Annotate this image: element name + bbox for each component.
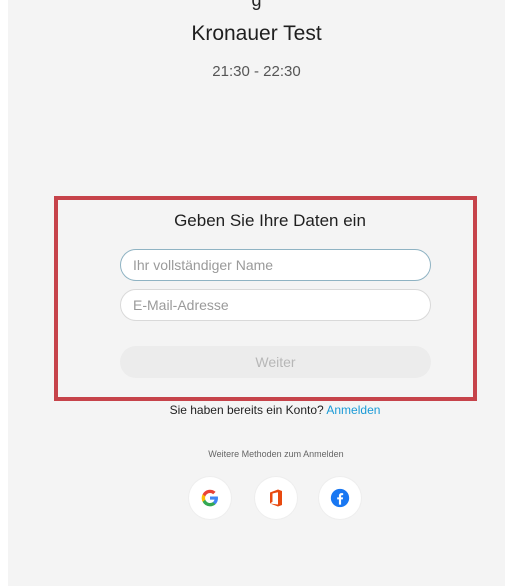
account-prompt: Sie haben bereits ein Konto? bbox=[169, 403, 324, 417]
form-heading: Geben Sie Ihre Daten ein bbox=[174, 211, 366, 230]
other-methods-label: Weitere Methoden zum Anmelden bbox=[208, 449, 344, 459]
office-icon bbox=[270, 489, 282, 507]
header-cut-text: g bbox=[251, 0, 262, 10]
continue-button[interactable]: Weiter bbox=[120, 346, 431, 378]
facebook-icon bbox=[330, 488, 350, 508]
google-icon bbox=[201, 489, 218, 507]
event-title: Kronauer Test bbox=[191, 22, 322, 45]
full-name-input[interactable] bbox=[120, 249, 431, 281]
office-signin-button[interactable] bbox=[255, 477, 297, 519]
account-prompt-line: Sie haben bereits ein Konto? Anmelden bbox=[0, 403, 513, 417]
email-input[interactable] bbox=[120, 289, 431, 321]
facebook-signin-button[interactable] bbox=[319, 477, 361, 519]
google-signin-button[interactable] bbox=[189, 477, 231, 519]
signin-link[interactable]: Anmelden bbox=[326, 403, 380, 417]
event-time: 21:30 - 22:30 bbox=[212, 63, 301, 80]
